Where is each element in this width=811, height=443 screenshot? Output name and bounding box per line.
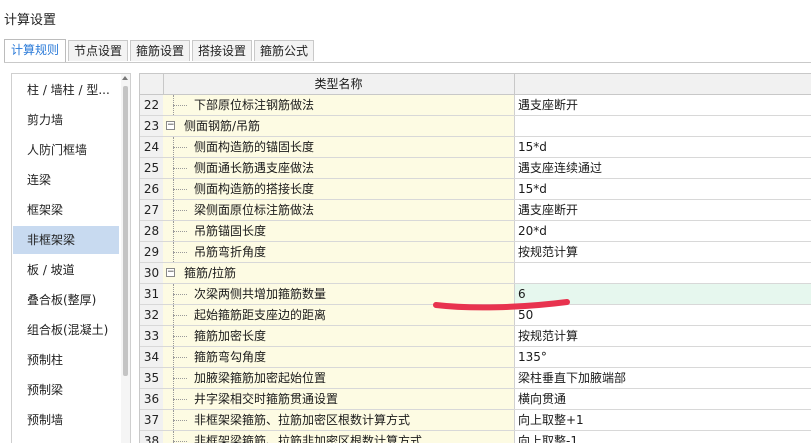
group-name: − 侧面钢筋/吊筋 [163,116,515,136]
table-row[interactable]: 36 井字梁相交时箍筋贯通设置 横向贯通 [140,389,811,410]
sidebar-item-column[interactable]: 柱 / 墙柱 / 型... [13,76,119,104]
table-row[interactable]: 38 非框架梁箍筋、拉筋非加密区根数计算方式 向上取整-1 [140,431,811,443]
setting-value[interactable]: 15*d [515,137,811,157]
setting-value[interactable]: 横向贯通 [515,389,811,409]
tab-stirrup-settings[interactable]: 箍筋设置 [130,40,190,61]
table-row[interactable]: 29 吊筋弯折角度 按规范计算 [140,242,811,263]
sidebar-scrollbar[interactable] [121,74,130,443]
setting-value [515,116,811,136]
table-row[interactable]: 37 非框架梁箍筋、拉筋加密区根数计算方式 向上取整+1 [140,410,811,431]
sidebar-item-frame-beam[interactable]: 框架梁 [13,196,119,224]
rownum-header [140,74,164,94]
row-number: 28 [140,221,164,241]
sidebar-item-composite-slab-full[interactable]: 叠合板(整厚) [13,286,119,314]
settings-grid: 类型名称 22 下部原位标注钢筋做法 遇支座断开 23 − 侧面钢筋/吊筋 24 … [139,73,811,443]
window-title: 计算设置 [4,13,57,28]
sidebar-item-non-frame-beam[interactable]: 非框架梁 [13,226,119,254]
table-row[interactable]: 26 侧面构造筋的搭接长度 15*d [140,179,811,200]
component-list: 柱 / 墙柱 / 型... 剪力墙 人防门框墙 连梁 框架梁 非框架梁 板 / … [11,73,131,443]
setting-name: 下部原位标注钢筋做法 [163,95,515,115]
sidebar-item-slab-ramp[interactable]: 板 / 坡道 [13,256,119,284]
setting-value[interactable]: 135° [515,347,811,367]
row-number: 36 [140,389,164,409]
tab-calc-rules[interactable]: 计算规则 [4,39,66,62]
setting-name: 侧面构造筋的搭接长度 [163,179,515,199]
sidebar-item-precast-wall[interactable]: 预制墙 [13,406,119,434]
row-number: 38 [140,431,164,443]
row-number: 24 [140,137,164,157]
grid-header: 类型名称 [140,74,811,95]
sidebar-item-civil-defense-door-wall[interactable]: 人防门框墙 [13,136,119,164]
setting-value[interactable]: 向上取整+1 [515,410,811,430]
setting-name: 次梁两侧共增加箍筋数量 [163,284,515,304]
setting-value[interactable]: 遇支座连续通过 [515,158,811,178]
table-row[interactable]: 22 下部原位标注钢筋做法 遇支座断开 [140,95,811,116]
table-row-group[interactable]: 23 − 侧面钢筋/吊筋 [140,116,811,137]
row-number: 32 [140,305,164,325]
sidebar-item-composite-slab-concrete[interactable]: 组合板(混凝土) [13,316,119,344]
setting-value[interactable]: 梁柱垂直下加腋端部 [515,368,811,388]
collapse-toggle-icon[interactable]: − [166,268,175,277]
table-row[interactable]: 32 起始箍筋距支座边的距离 50 [140,305,811,326]
setting-name: 起始箍筋距支座边的距离 [163,305,515,325]
setting-name: 非框架梁箍筋、拉筋非加密区根数计算方式 [163,431,515,443]
setting-name: 井字梁相交时箍筋贯通设置 [163,389,515,409]
sidebar-item-coupling-beam[interactable]: 连梁 [13,166,119,194]
row-number: 31 [140,284,164,304]
row-number: 29 [140,242,164,262]
setting-name: 吊筋锚固长度 [163,221,515,241]
row-number: 26 [140,179,164,199]
table-row[interactable]: 34 箍筋弯勾角度 135° [140,347,811,368]
table-row[interactable]: 25 侧面通长筋遇支座做法 遇支座连续通过 [140,158,811,179]
sidebar-item-shear-wall[interactable]: 剪力墙 [13,106,119,134]
setting-name: 梁侧面原位标注筋做法 [163,200,515,220]
collapse-toggle-icon[interactable]: − [166,121,175,130]
row-number: 27 [140,200,164,220]
tab-lap-settings[interactable]: 搭接设置 [192,40,252,61]
row-number: 25 [140,158,164,178]
setting-name: 侧面构造筋的锚固长度 [163,137,515,157]
table-row[interactable]: 24 侧面构造筋的锚固长度 15*d [140,137,811,158]
type-name-header: 类型名称 [163,74,515,94]
setting-value[interactable]: 遇支座断开 [515,200,811,220]
table-row[interactable]: 31 次梁两侧共增加箍筋数量 6 [140,284,811,305]
setting-value[interactable]: 按规范计算 [515,242,811,262]
group-name: − 箍筋/拉筋 [163,263,515,283]
row-number: 33 [140,326,164,346]
setting-name: 箍筋加密长度 [163,326,515,346]
setting-value [515,263,811,283]
tab-node-settings[interactable]: 节点设置 [68,40,128,61]
setting-name: 加腋梁箍筋加密起始位置 [163,368,515,388]
row-number: 22 [140,95,164,115]
row-number: 35 [140,368,164,388]
table-row[interactable]: 33 箍筋加密长度 按规范计算 [140,326,811,347]
tab-stirrup-formula[interactable]: 箍筋公式 [254,40,314,61]
setting-name: 侧面通长筋遇支座做法 [163,158,515,178]
row-number: 23 [140,116,164,136]
tab-panel-border [4,62,811,63]
sidebar-item-precast-column[interactable]: 预制柱 [13,346,119,374]
setting-value[interactable]: 15*d [515,179,811,199]
row-number: 37 [140,410,164,430]
setting-value[interactable]: 向上取整-1 [515,431,811,443]
row-number: 34 [140,347,164,367]
sidebar-scroll-thumb[interactable] [123,86,128,376]
setting-value[interactable]: 50 [515,305,811,325]
setting-value[interactable]: 遇支座断开 [515,95,811,115]
scroll-up-arrow-icon[interactable] [122,76,128,80]
table-row[interactable]: 28 吊筋锚固长度 20*d [140,221,811,242]
table-row[interactable]: 27 梁侧面原位标注筋做法 遇支座断开 [140,200,811,221]
setting-value[interactable]: 20*d [515,221,811,241]
setting-value-editing[interactable]: 6 [515,284,811,304]
setting-value[interactable]: 按规范计算 [515,326,811,346]
setting-name: 非框架梁箍筋、拉筋加密区根数计算方式 [163,410,515,430]
sidebar-item-precast-beam[interactable]: 预制梁 [13,376,119,404]
setting-name: 吊筋弯折角度 [163,242,515,262]
setting-name: 箍筋弯勾角度 [163,347,515,367]
table-row-group[interactable]: 30 − 箍筋/拉筋 [140,263,811,284]
row-number: 30 [140,263,164,283]
table-row[interactable]: 35 加腋梁箍筋加密起始位置 梁柱垂直下加腋端部 [140,368,811,389]
